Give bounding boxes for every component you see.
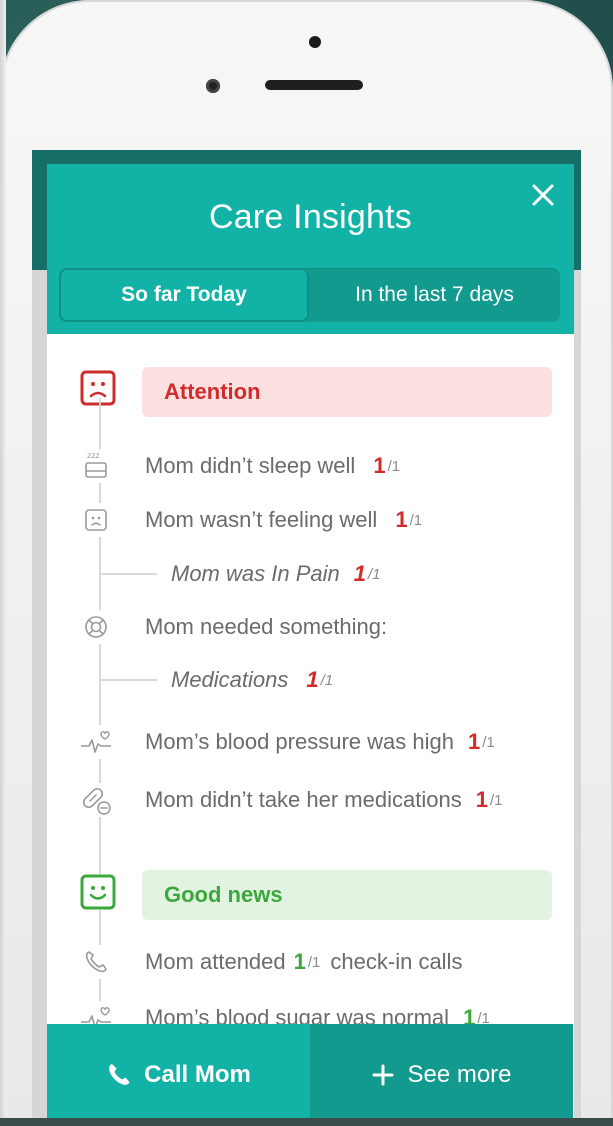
sub-item-connector: [99, 573, 157, 575]
insight-count: 1: [373, 453, 386, 478]
modal-header: Care Insights So far Today In the last 7…: [47, 164, 574, 334]
lifebuoy-icon: [79, 610, 113, 644]
front-camera: [206, 79, 220, 93]
phone-frame: Care Insights So far Today In the last 7…: [0, 0, 613, 1126]
insight-denominator: /1: [387, 457, 401, 475]
tab-so-far-today[interactable]: So far Today: [59, 268, 309, 322]
pill-icon: [79, 783, 113, 817]
insight-text: Mom’s blood sugar was normal: [145, 1005, 450, 1024]
insight-count: 1: [475, 787, 488, 812]
insight-text: Mom didn’t sleep well: [145, 453, 356, 478]
heart-pulse-icon: [79, 725, 113, 759]
insight-denominator: /1: [307, 953, 321, 971]
insight-denominator: /1: [320, 671, 334, 689]
heart-pulse-icon: [79, 1001, 113, 1024]
see-more-label: See more: [407, 1061, 512, 1088]
insight-row-blood-sugar-normal[interactable]: Mom’s blood sugar was normal 1 /1: [79, 998, 564, 1025]
sad-face-small-icon: [79, 503, 113, 537]
proximity-sensor: [309, 36, 321, 48]
insight-row-not-feeling-well[interactable]: Mom wasn’t feeling well 1 /1: [79, 500, 564, 540]
insight-denominator: /1: [367, 565, 381, 583]
phone-bottom-edge: [0, 1118, 613, 1126]
insight-row-missed-medications[interactable]: Mom didn’t take her medications 1 /1: [79, 780, 564, 820]
insights-list-body: zzz Mom didn’t sleep well 1 /1 Mom wasn’…: [47, 334, 574, 1024]
insight-text: Medications: [171, 667, 289, 692]
insight-text: Mom wasn’t feeling well: [145, 507, 378, 532]
insight-count: 1: [353, 561, 366, 586]
modal-footer: Call Mom See more: [47, 1024, 574, 1126]
close-button[interactable]: [526, 178, 560, 212]
insight-denominator: /1: [482, 733, 495, 751]
insight-denominator: /1: [477, 1009, 490, 1025]
modal-title: Care Insights: [209, 198, 412, 236]
see-more-button[interactable]: See more: [310, 1024, 573, 1126]
insight-text: Mom was In Pain: [171, 561, 340, 586]
insight-count: 1: [463, 1005, 476, 1024]
insight-text: Mom needed something:: [145, 614, 388, 639]
sub-item-connector: [99, 679, 157, 681]
insight-subrow-in-pain[interactable]: Mom was In Pain 1 /1: [171, 554, 564, 594]
call-mom-button[interactable]: Call Mom: [47, 1024, 310, 1126]
insight-text: Mom’s blood pressure was high: [145, 729, 454, 754]
time-range-tabs: So far Today In the last 7 days: [59, 268, 560, 322]
insight-denominator: /1: [409, 511, 423, 529]
insight-count: 1: [395, 507, 408, 532]
phone-screen: Care Insights So far Today In the last 7…: [32, 150, 581, 1126]
insight-row-blood-pressure-high[interactable]: Mom’s blood pressure was high 1 /1: [79, 722, 564, 762]
insight-count: 1: [293, 949, 306, 974]
close-icon: [532, 184, 554, 206]
svg-text:zzz: zzz: [87, 451, 100, 460]
insight-row-didnt-sleep-well[interactable]: zzz Mom didn’t sleep well 1 /1: [79, 446, 564, 486]
insight-row-attended-calls[interactable]: Mom attended 1 /1 check-in calls: [79, 942, 564, 982]
happy-face-icon: [80, 874, 116, 910]
insight-row-needed-something[interactable]: Mom needed something:: [79, 607, 564, 647]
insight-count: 1: [306, 667, 319, 692]
tab-last-7-days[interactable]: In the last 7 days: [309, 268, 560, 322]
insight-text-after: check-in calls: [330, 949, 463, 974]
sleep-icon: zzz: [79, 449, 113, 483]
care-insights-modal: Care Insights So far Today In the last 7…: [47, 164, 574, 1126]
good-news-label: Good news: [142, 870, 552, 920]
earpiece-speaker: [265, 80, 363, 90]
phone-edge: [0, 0, 6, 1126]
insight-count: 1: [467, 729, 481, 754]
insight-text-before: Mom attended: [145, 949, 286, 974]
insight-subrow-medications[interactable]: Medications 1 /1: [171, 660, 564, 700]
call-mom-label: Call Mom: [144, 1061, 251, 1088]
plus-icon: [371, 1063, 395, 1087]
insight-denominator: /1: [489, 791, 503, 809]
phone-icon: [79, 945, 113, 979]
phone-icon: [106, 1062, 132, 1088]
insight-text: Mom didn’t take her medications: [145, 787, 462, 812]
